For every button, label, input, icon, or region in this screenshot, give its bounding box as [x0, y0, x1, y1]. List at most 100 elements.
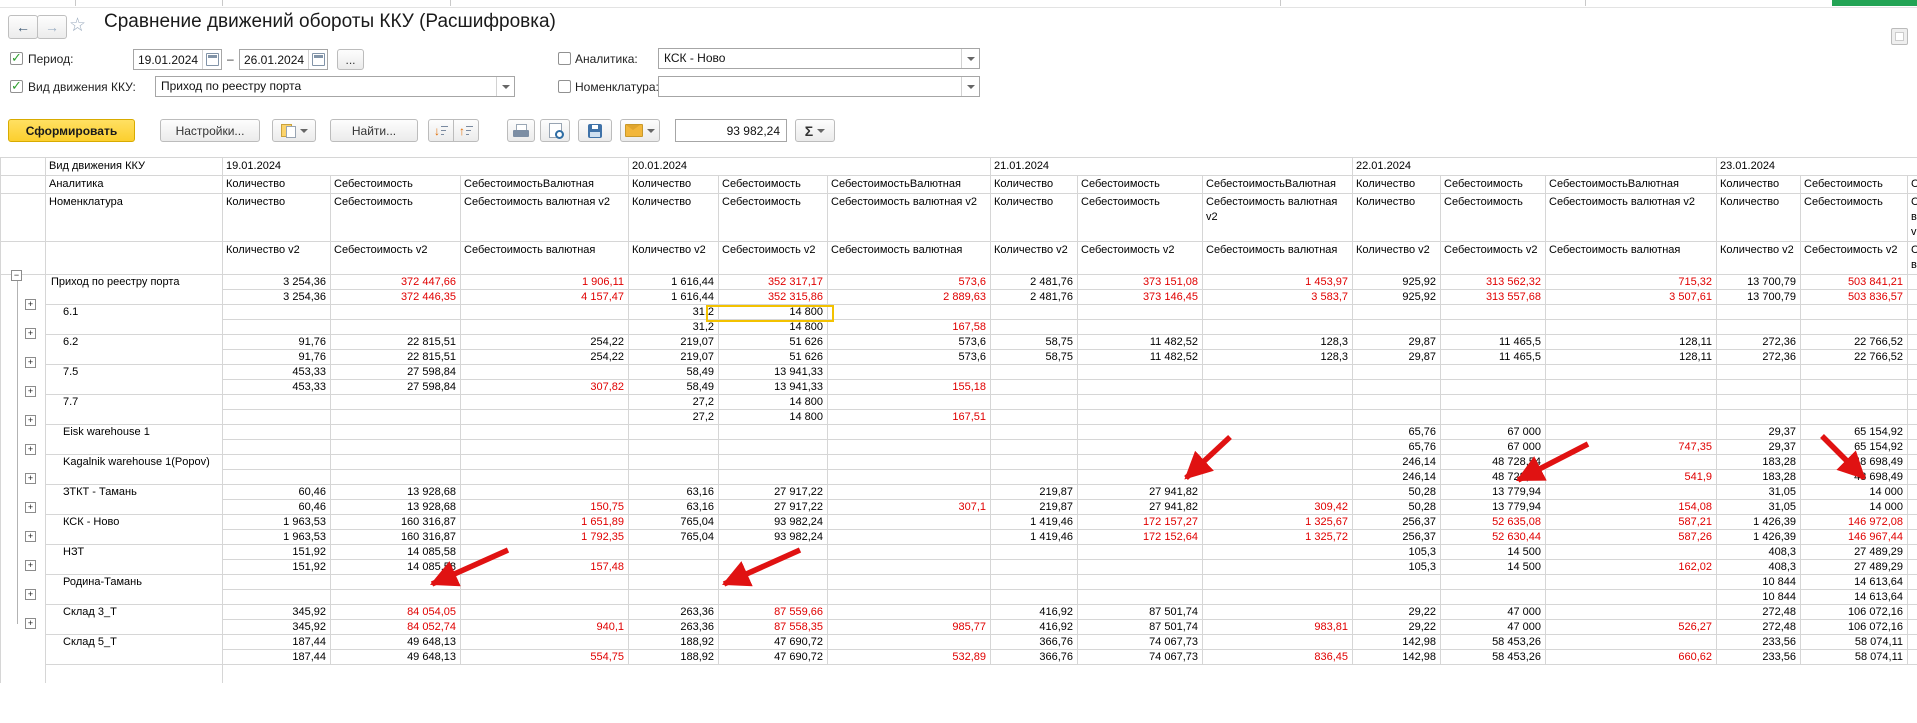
value-cell[interactable]: 49 648,13: [331, 635, 461, 650]
value-cell[interactable]: [461, 410, 629, 425]
value-cell[interactable]: [1441, 320, 1546, 335]
period-from-input[interactable]: [134, 53, 202, 67]
value-cell[interactable]: [1078, 575, 1203, 590]
value-cell[interactable]: [1908, 485, 1917, 500]
value-cell[interactable]: 11 482,52: [1078, 335, 1203, 350]
value-cell[interactable]: 27 941,82: [1078, 485, 1203, 500]
value-cell[interactable]: 58,75: [991, 350, 1078, 365]
measure-header[interactable]: СебестоимостьВалютная: [828, 176, 991, 194]
period-checkbox[interactable]: [10, 52, 23, 65]
value-cell[interactable]: 58,49: [629, 365, 719, 380]
value-cell[interactable]: 31,2: [629, 305, 719, 320]
value-cell[interactable]: 747,35: [1546, 440, 1717, 455]
value-cell[interactable]: 1 325,72: [1203, 530, 1353, 545]
value-cell[interactable]: 3 254,36: [223, 275, 331, 290]
value-cell[interactable]: 157,48: [461, 560, 629, 575]
value-cell[interactable]: 14 000: [1801, 485, 1908, 500]
value-cell[interactable]: 373 151,08: [1078, 275, 1203, 290]
value-cell[interactable]: 940,1: [461, 620, 629, 635]
value-cell[interactable]: [1203, 425, 1353, 440]
value-cell[interactable]: 27 489,29: [1801, 560, 1908, 575]
value-cell[interactable]: 51 626: [719, 335, 828, 350]
value-cell[interactable]: [828, 395, 991, 410]
date-header[interactable]: 20.01.2024: [629, 158, 991, 176]
value-cell[interactable]: [719, 590, 828, 605]
measure-header[interactable]: Себестоимость v2: [331, 242, 461, 275]
value-cell[interactable]: [828, 425, 991, 440]
copy-report-button[interactable]: [272, 119, 316, 142]
value-cell[interactable]: [1078, 395, 1203, 410]
value-cell[interactable]: [461, 635, 629, 650]
value-cell[interactable]: 14 613,64: [1801, 590, 1908, 605]
value-cell[interactable]: [1717, 380, 1801, 395]
value-cell[interactable]: 74 067,73: [1078, 650, 1203, 665]
value-cell[interactable]: 29,87: [1353, 335, 1441, 350]
value-cell[interactable]: 22 766,52: [1801, 350, 1908, 365]
value-cell[interactable]: 256,37: [1353, 530, 1441, 545]
value-cell[interactable]: [461, 455, 629, 470]
corner-header[interactable]: Аналитика: [46, 176, 223, 194]
generate-button[interactable]: Сформировать: [8, 119, 135, 142]
measure-header[interactable]: Количество: [1353, 176, 1441, 194]
row-label[interactable]: НЗТ: [46, 545, 223, 575]
corner-header[interactable]: [46, 242, 223, 275]
value-cell[interactable]: 51 626: [719, 350, 828, 365]
value-cell[interactable]: 416,92: [991, 620, 1078, 635]
print-button[interactable]: [507, 119, 535, 142]
value-cell[interactable]: 151,92: [223, 545, 331, 560]
value-cell[interactable]: [223, 410, 331, 425]
expand-groups-button[interactable]: ↑: [453, 119, 479, 142]
value-cell[interactable]: 65 154,92: [1801, 440, 1908, 455]
value-cell[interactable]: 14 613,64: [1801, 575, 1908, 590]
value-cell[interactable]: 27,2: [629, 410, 719, 425]
value-cell[interactable]: 408,3: [1717, 545, 1801, 560]
measure-header[interactable]: Количество v2: [991, 242, 1078, 275]
value-cell[interactable]: 91,76: [223, 335, 331, 350]
value-cell[interactable]: 10 844: [1717, 590, 1801, 605]
value-cell[interactable]: 263,36: [629, 605, 719, 620]
value-cell[interactable]: 87 559,66: [719, 605, 828, 620]
measure-header[interactable]: Количество: [629, 176, 719, 194]
value-cell[interactable]: [991, 305, 1078, 320]
value-cell[interactable]: 154,08: [1546, 500, 1717, 515]
value-cell[interactable]: 272,48: [1717, 605, 1801, 620]
value-cell[interactable]: 22 815,51: [331, 350, 461, 365]
value-cell[interactable]: [1546, 320, 1717, 335]
measure-header[interactable]: Себестоимость: [1441, 194, 1546, 242]
row-label[interactable]: Приход по реестру порта: [46, 275, 223, 305]
value-cell[interactable]: 309,42: [1203, 500, 1353, 515]
value-cell[interactable]: [1203, 365, 1353, 380]
value-cell[interactable]: 167,51: [828, 410, 991, 425]
value-cell[interactable]: 29,22: [1353, 620, 1441, 635]
value-cell[interactable]: [1908, 515, 1917, 530]
value-cell[interactable]: 1 419,46: [991, 515, 1078, 530]
value-cell[interactable]: [828, 455, 991, 470]
value-cell[interactable]: 183,28: [1717, 455, 1801, 470]
nomenclature-checkbox[interactable]: [558, 80, 571, 93]
value-cell[interactable]: 106 072,16: [1801, 620, 1908, 635]
value-cell[interactable]: [629, 470, 719, 485]
value-cell[interactable]: [1908, 350, 1917, 365]
value-cell[interactable]: 233,56: [1717, 635, 1801, 650]
period-to-input[interactable]: [240, 53, 308, 67]
value-cell[interactable]: 233,56: [1717, 650, 1801, 665]
value-cell[interactable]: 52 635,08: [1441, 515, 1546, 530]
value-cell[interactable]: [461, 590, 629, 605]
forward-button[interactable]: →: [37, 15, 67, 39]
measure-header[interactable]: Себестоимость: [1801, 194, 1908, 242]
value-cell[interactable]: 128,11: [1546, 350, 1717, 365]
value-cell[interactable]: [629, 425, 719, 440]
value-cell[interactable]: [1908, 395, 1917, 410]
value-cell[interactable]: 183,28: [1717, 470, 1801, 485]
value-cell[interactable]: 13 941,33: [719, 365, 828, 380]
value-cell[interactable]: 146 967,44: [1801, 530, 1908, 545]
value-cell[interactable]: 14 500: [1441, 545, 1546, 560]
row-label[interactable]: 6.1: [46, 305, 223, 335]
value-cell[interactable]: [1203, 575, 1353, 590]
value-cell[interactable]: 1 963,53: [223, 530, 331, 545]
value-cell[interactable]: [1078, 590, 1203, 605]
value-cell[interactable]: 22 766,52: [1801, 335, 1908, 350]
value-cell[interactable]: [719, 560, 828, 575]
value-cell[interactable]: 31,05: [1717, 485, 1801, 500]
measure-header[interactable]: Себестоимость валютная: [1203, 242, 1353, 275]
